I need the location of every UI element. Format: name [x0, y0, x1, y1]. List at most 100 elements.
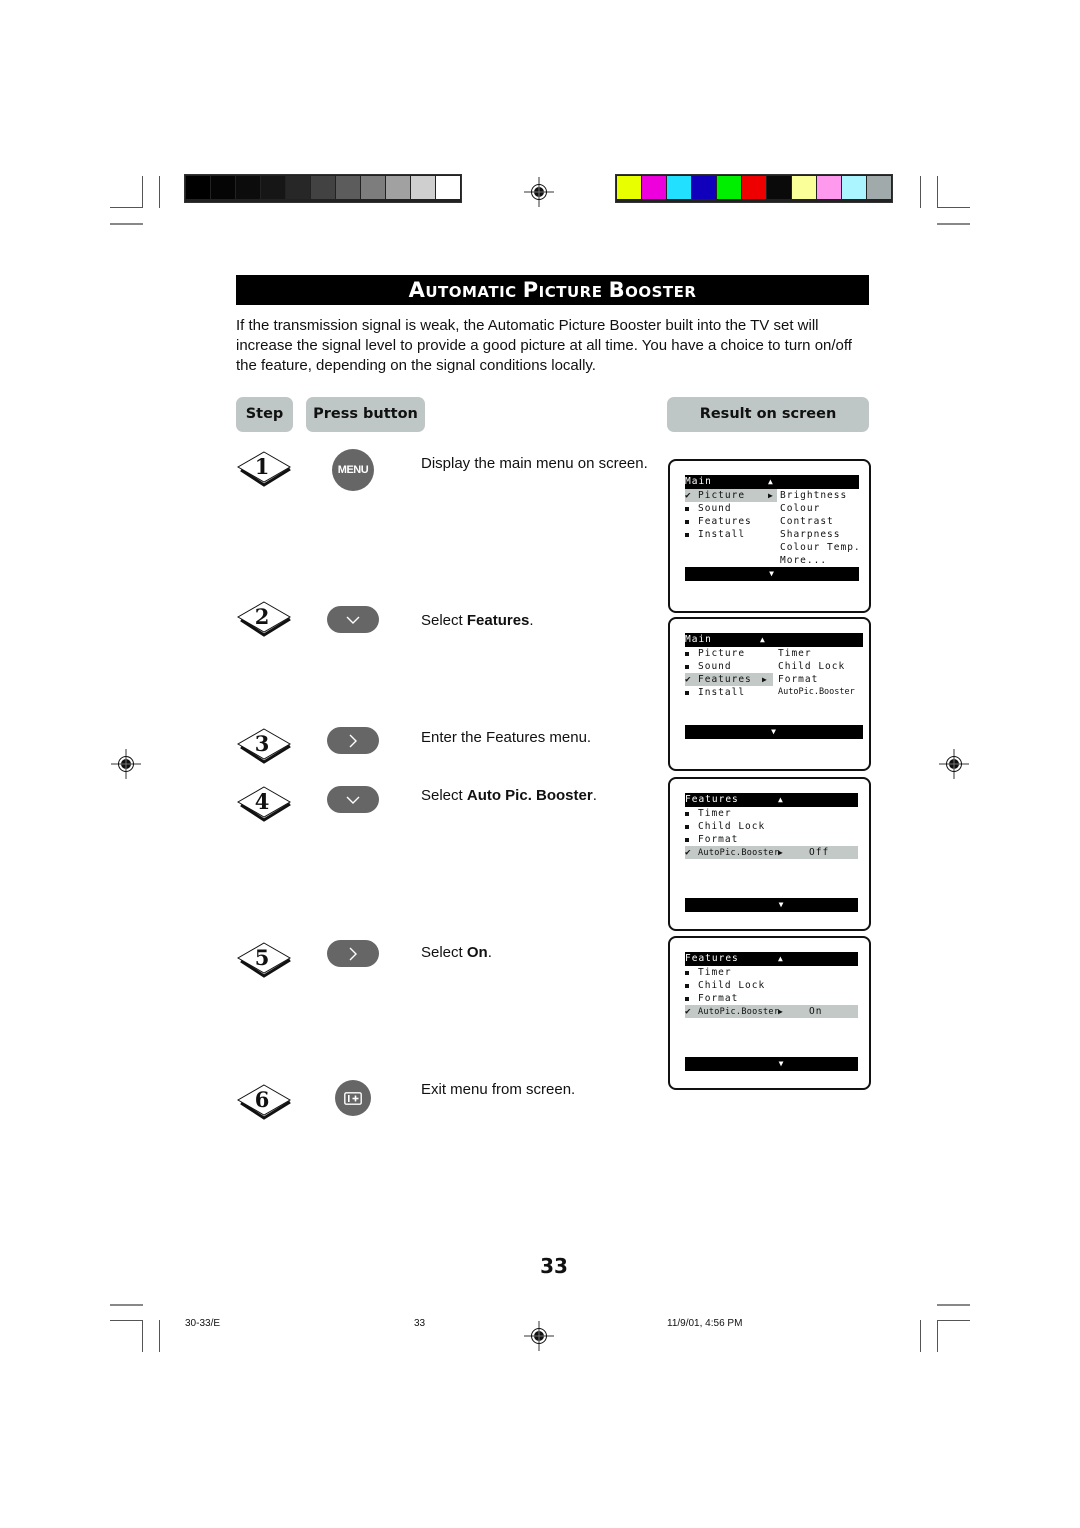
submenu-item: Sharpness: [780, 529, 841, 540]
menu-item-selected: ✔ AutoPic.Booster ▶ Off: [685, 846, 858, 859]
right-arrow-icon: ▶: [768, 491, 774, 500]
menu-button[interactable]: MENU: [332, 449, 374, 491]
title-word: AUTOMATIC: [408, 278, 517, 302]
menu-item: Sound: [685, 660, 732, 673]
check-icon: ✔: [685, 847, 692, 858]
submenu-item: More...: [780, 555, 828, 566]
bullet-icon: [685, 837, 689, 842]
menu-header-bar: Main ▲: [685, 475, 859, 489]
color-swatch: [617, 176, 641, 199]
right-arrow-icon: ▶: [778, 848, 784, 857]
step-number-badge: 6: [237, 1084, 293, 1120]
bullet-icon: [685, 996, 689, 1001]
down-button[interactable]: [327, 606, 379, 633]
registration-mark-icon: [524, 1321, 554, 1351]
menu-footer-bar: ▼: [685, 725, 863, 739]
color-swatch: [667, 176, 691, 199]
step-number-badge: 3: [237, 728, 293, 764]
color-swatch: [236, 176, 260, 199]
check-icon: ✔: [685, 1006, 692, 1017]
bullet-icon: [685, 532, 689, 537]
bullet-icon: [685, 664, 689, 669]
title-word: PICTURE: [522, 278, 603, 302]
menu-item: Install: [685, 528, 745, 541]
step-instruction: Select Features.: [421, 612, 534, 629]
right-button[interactable]: [327, 940, 379, 967]
menu-header-bar: Main ▲: [685, 633, 863, 647]
menu-item-selected: ✔ Picture ▶: [685, 489, 777, 502]
step-instruction: Display the main menu on screen.: [421, 455, 648, 472]
check-icon: ✔: [685, 490, 692, 501]
step-instruction: Select Auto Pic. Booster.: [421, 787, 597, 804]
down-button[interactable]: [327, 786, 379, 813]
menu-item: Format: [685, 992, 738, 1005]
bullet-icon: [685, 983, 689, 988]
color-swatch: [717, 176, 741, 199]
up-arrow-icon: ▲: [760, 635, 766, 644]
registration-mark-icon: [524, 177, 554, 207]
submenu-item: Colour: [780, 503, 821, 514]
menu-footer-bar: ▼: [685, 1057, 858, 1071]
down-arrow-icon: ▼: [771, 727, 777, 736]
menu-footer-bar: ▼: [685, 567, 859, 581]
color-swatch: [817, 176, 841, 199]
chevron-right-icon: [349, 734, 357, 747]
menu-item: Sound: [685, 502, 732, 515]
menu-item: Timer: [685, 966, 732, 979]
osd-exit-icon: [344, 1091, 362, 1105]
submenu-item: Colour Temp.: [780, 542, 861, 553]
section-title: AUTOMATIC PICTURE BOOSTER: [236, 275, 869, 305]
menu-item: Picture: [685, 647, 745, 660]
menu-item-selected: ✔ AutoPic.Booster ▶ On: [685, 1005, 858, 1018]
tv-screen-result: Main ▲ Picture Sound ✔ Features ▶ Install T…: [668, 617, 871, 771]
color-swatch: [867, 176, 891, 199]
intro-paragraph: If the transmission signal is weak, the …: [236, 317, 852, 374]
bullet-icon: [685, 690, 689, 695]
color-swatch: [436, 176, 460, 199]
submenu-item: Timer: [778, 648, 812, 659]
osd-exit-button[interactable]: [335, 1080, 371, 1116]
down-arrow-icon: ▼: [778, 1059, 785, 1068]
tv-screen-result: Main ▲ ✔ Picture ▶ Sound Features Install B…: [668, 459, 871, 613]
page-number: 33: [540, 1254, 568, 1278]
color-swatch: [386, 176, 410, 199]
up-arrow-icon: ▲: [768, 477, 774, 486]
step-number-badge: 4: [237, 786, 293, 822]
color-swatch: [411, 176, 435, 199]
color-swatch: [261, 176, 285, 199]
tv-screen-result: Features ▲ Timer Child Lock Format ✔ AutoP…: [668, 777, 871, 931]
color-swatch: [361, 176, 385, 199]
setting-value: Off: [809, 847, 830, 858]
menu-item: Timer: [685, 807, 732, 820]
menu-item: Child Lock: [685, 979, 765, 992]
color-swatch: [211, 176, 235, 199]
tv-screen-result: Features ▲ Timer Child Lock Format ✔ AutoP…: [668, 936, 871, 1090]
down-arrow-icon: ▼: [769, 569, 775, 578]
step-number-badge: 5: [237, 942, 293, 978]
step-number-badge: 2: [237, 601, 293, 637]
down-arrow-icon: ▼: [778, 900, 785, 909]
menu-item: Format: [685, 833, 738, 846]
check-icon: ✔: [685, 674, 692, 685]
color-swatch: [742, 176, 766, 199]
column-header-press-button: Press button: [306, 397, 425, 432]
column-header-result: Result on screen: [667, 397, 869, 432]
right-button[interactable]: [327, 727, 379, 754]
up-arrow-icon: ▲: [778, 795, 784, 804]
chevron-down-icon: [346, 796, 360, 804]
step-instruction: Enter the Features menu.: [421, 729, 592, 746]
chevron-down-icon: [346, 616, 360, 624]
menu-header-bar: Features ▲: [685, 952, 858, 966]
color-swatch: [286, 176, 310, 199]
step-instruction: Select On.: [421, 944, 492, 961]
submenu-item: Brightness: [780, 490, 848, 501]
menu-header-bar: Features ▲: [685, 793, 858, 807]
step-number-badge: 1: [237, 451, 293, 487]
submenu-item: Format: [778, 674, 819, 685]
registration-mark-icon: [111, 749, 141, 779]
color-swatch: [767, 176, 791, 199]
menu-item: Child Lock: [685, 820, 765, 833]
color-swatch: [842, 176, 866, 199]
menu-item: Features: [685, 515, 752, 528]
grayscale-calibration-bar: [184, 174, 462, 203]
